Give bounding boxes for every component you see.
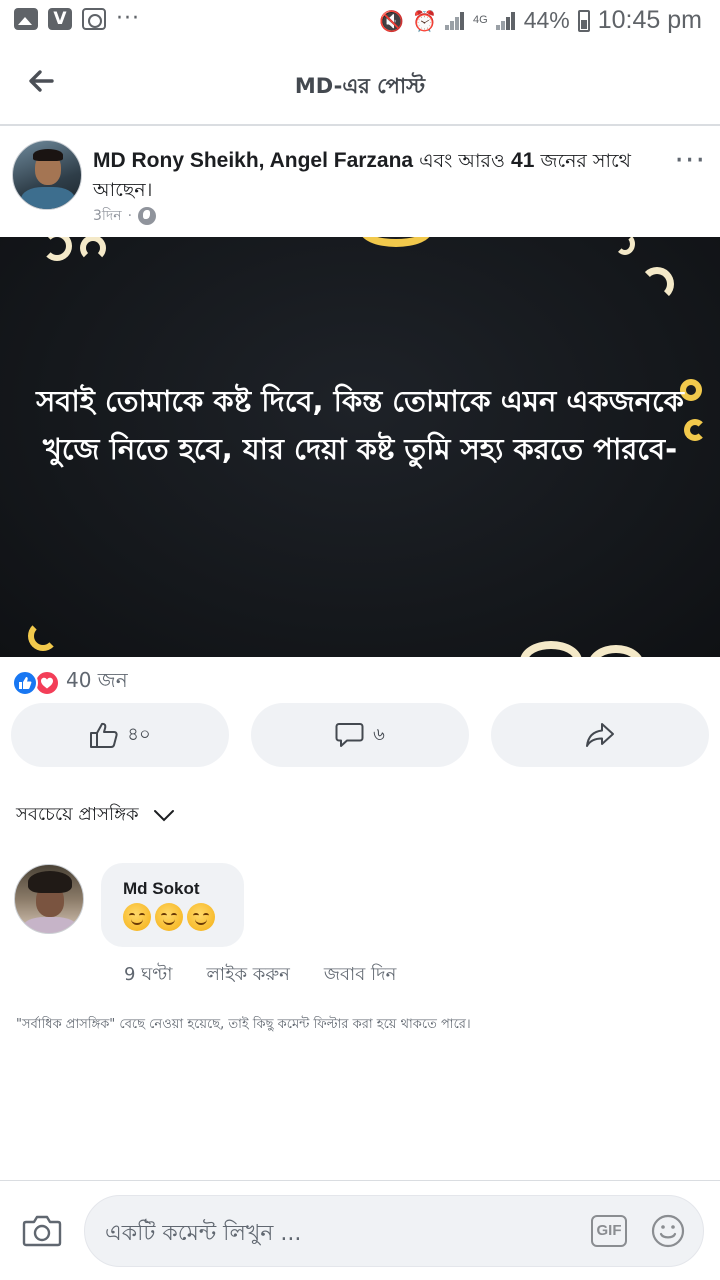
comment-placeholder: একটি কমেন্ট লিখুন ...: [105, 1221, 302, 1246]
share-button[interactable]: [491, 703, 709, 767]
share-arrow-icon: [586, 723, 614, 747]
reactions-count: 40 জন: [66, 668, 128, 692]
filter-note: "সর্বাধিক প্রাসঙ্গিক" বেছে নেওয়া হয়েছে…: [16, 1017, 471, 1032]
radio-notification-icon: [82, 8, 106, 30]
author-avatar[interactable]: [12, 140, 82, 210]
post-title: MD Rony Sheikh, Angel Farzana এবং আরও 41…: [93, 146, 658, 205]
alarm-icon: ⏰: [412, 8, 438, 33]
smiley-icon: [651, 1214, 685, 1248]
notification-icons: V ···: [14, 8, 140, 30]
image-quote-text: সবাই তোমাকে কষ্ট দিবে, কিন্ত তোমাকে এমন …: [36, 384, 684, 466]
comment-time: 9 ঘণ্টা: [124, 964, 173, 985]
thumbs-up-icon: [90, 722, 118, 748]
smiling-emoji-icon: [155, 903, 183, 931]
app-header: MD-এর পোস্ট: [0, 44, 720, 126]
v-app-notification-icon: V: [48, 8, 72, 30]
network-type: 4G: [473, 14, 488, 26]
comment-composer: একটি কমেন্ট লিখুন ... GIF: [0, 1180, 720, 1280]
post-image[interactable]: সবাই তোমাকে কষ্ট দিবে, কিন্ত তোমাকে এমন …: [0, 237, 720, 657]
chevron-down-icon: [153, 809, 174, 821]
post-options-button[interactable]: ···: [674, 146, 706, 176]
post-header: MD Rony Sheikh, Angel Farzana এবং আরও 41…: [0, 128, 720, 236]
smiling-emoji-icon: [187, 903, 215, 931]
gallery-notification-icon: [14, 8, 38, 30]
decoration-ring: [615, 237, 635, 255]
decoration-ring: [520, 641, 582, 657]
like-reaction-icon: [12, 669, 38, 696]
system-icons: 🔇 ⏰ 4G 44% 10:45 pm: [379, 6, 702, 35]
like-count: ৪০: [127, 723, 151, 745]
decoration-ring: [42, 237, 72, 261]
camera-button[interactable]: [22, 1213, 62, 1249]
more-notifications-icon: ···: [116, 6, 140, 31]
sticker-button[interactable]: [651, 1214, 685, 1248]
comment-button[interactable]: ৬: [251, 703, 469, 767]
tagged-names[interactable]: MD Rony Sheikh, Angel Farzana: [93, 149, 413, 172]
comment-like-button[interactable]: লাইক করুন: [206, 960, 289, 991]
clock: 10:45 pm: [597, 6, 702, 34]
decoration-ring: [588, 645, 644, 657]
comment-text: [123, 903, 215, 931]
comment-bubble-icon: [335, 723, 364, 747]
decoration-ring: [360, 237, 432, 247]
comment-bubble[interactable]: Md Sokot: [101, 863, 244, 947]
comment-meta: 9 ঘণ্টা লাইক করুন জবাব দিন: [124, 960, 396, 991]
reactions-summary[interactable]: 40 জন: [12, 666, 128, 699]
signal-2-icon: [495, 11, 516, 30]
mute-icon: 🔇: [379, 8, 405, 33]
camera-icon: [22, 1215, 62, 1247]
comment-count: ৬: [373, 723, 385, 745]
comment-author[interactable]: Md Sokot: [123, 879, 200, 899]
decoration-ring: [28, 621, 58, 651]
with-count[interactable]: 41: [511, 149, 534, 172]
with-text-mid: এবং আরও: [413, 150, 512, 172]
like-button[interactable]: ৪০: [11, 703, 229, 767]
page-title: MD-এর পোস্ট: [294, 74, 426, 98]
battery-percent: 44%: [523, 7, 570, 33]
post-meta: 3দিন ·: [93, 204, 157, 228]
smiling-emoji-icon: [123, 903, 151, 931]
post-actions: ৪০ ৬: [11, 703, 709, 769]
sort-label: সবচেয়ে প্রাসঙ্গিক: [16, 804, 139, 825]
status-bar: V ··· 🔇 ⏰ 4G 44% 10:45 pm: [0, 0, 720, 44]
comment-reply-button[interactable]: জবাব দিন: [324, 960, 396, 991]
post-time[interactable]: 3দিন: [93, 204, 122, 228]
signal-1-icon: [445, 11, 465, 30]
commenter-avatar[interactable]: [14, 864, 84, 934]
battery-icon: [577, 9, 590, 32]
comment-sort-dropdown[interactable]: সবচেয়ে প্রাসঙ্গিক: [16, 800, 175, 831]
comment-input[interactable]: একটি কমেন্ট লিখুন ... GIF: [84, 1195, 704, 1267]
decoration-ring: [80, 237, 106, 261]
decoration-ring: [640, 267, 674, 301]
public-globe-icon: [138, 207, 157, 225]
gif-button[interactable]: GIF: [591, 1215, 627, 1247]
